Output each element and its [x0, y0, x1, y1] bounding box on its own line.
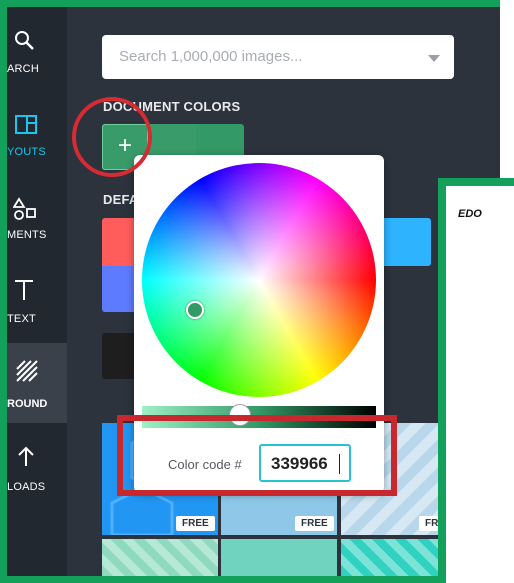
layouts-icon	[15, 115, 37, 134]
background-icon	[16, 360, 38, 382]
color-wheel-handle[interactable]	[186, 301, 204, 319]
elements-icon	[13, 197, 36, 220]
side-nav: ARCH YOUTS MENTS TEXT ROUND LOADS	[7, 7, 75, 576]
search-placeholder: Search 1,000,000 images...	[119, 48, 303, 65]
nav-label: MENTS	[7, 229, 47, 241]
nav-item-layouts[interactable]: YOUTS	[7, 87, 67, 167]
background-tile[interactable]	[341, 539, 451, 576]
nav-item-search[interactable]: ARCH	[7, 7, 67, 87]
nav-label: TEXT	[7, 313, 36, 325]
design-canvas[interactable]: EDO	[438, 178, 514, 583]
background-tile[interactable]	[221, 539, 337, 576]
nav-item-background[interactable]: ROUND	[7, 343, 67, 423]
default-color-swatch[interactable]	[383, 218, 431, 266]
nav-label: YOUTS	[7, 146, 46, 158]
canvas-text[interactable]: EDO	[458, 208, 482, 220]
nav-label: ARCH	[7, 63, 39, 75]
nav-item-uploads[interactable]: LOADS	[7, 427, 67, 507]
color-wheel[interactable]	[142, 163, 376, 397]
canvas-margin	[500, 0, 514, 178]
nav-label: LOADS	[7, 481, 46, 493]
image-search-input[interactable]: Search 1,000,000 images...	[102, 35, 454, 79]
highlight-rectangle	[117, 415, 397, 496]
free-badge: FREE	[176, 516, 215, 531]
upload-icon	[18, 446, 34, 466]
nav-label: ROUND	[7, 398, 48, 410]
text-icon	[15, 280, 33, 300]
nav-item-text[interactable]: TEXT	[7, 259, 67, 339]
free-badge: FREE	[295, 516, 334, 531]
highlight-circle	[72, 97, 152, 177]
chevron-down-icon[interactable]	[428, 55, 440, 62]
background-tile[interactable]	[102, 539, 218, 576]
nav-divider	[67, 7, 75, 576]
nav-item-elements[interactable]: MENTS	[7, 175, 67, 255]
search-icon	[15, 31, 34, 50]
